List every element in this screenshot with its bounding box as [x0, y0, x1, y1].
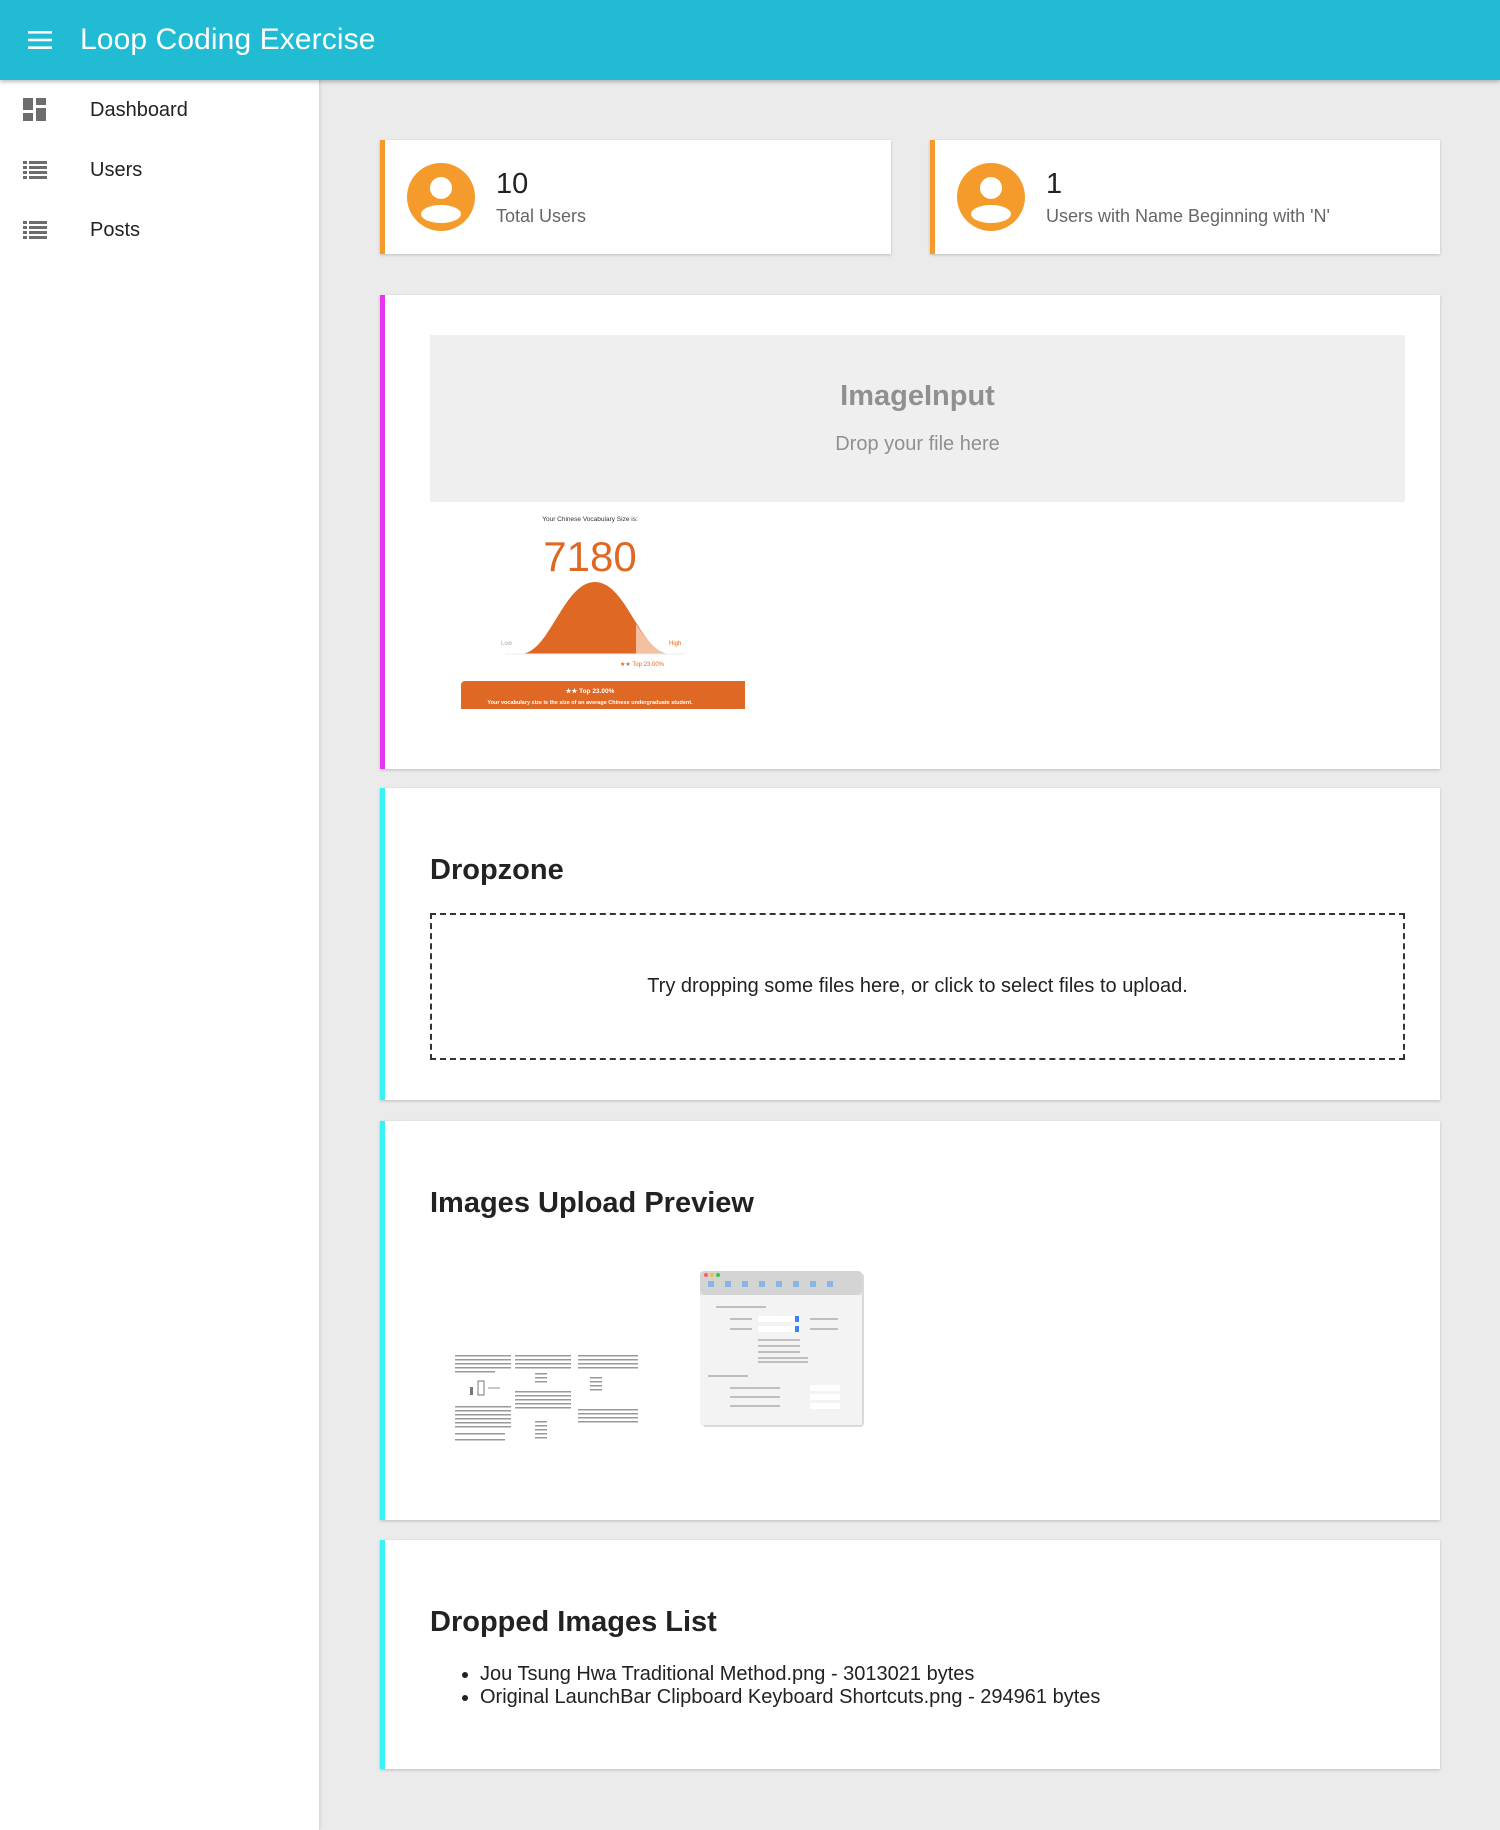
- list-item: Original LaunchBar Clipboard Keyboard Sh…: [480, 1686, 1100, 1709]
- preview-marker-label: ★★ Top 23.00%: [620, 661, 665, 668]
- stat-value: 1: [1046, 168, 1063, 200]
- preview-banner-title: ★★ Top 23.00%: [566, 687, 615, 695]
- sidebar-item-dashboard[interactable]: Dashboard: [0, 80, 319, 140]
- preview-low-label: Low: [501, 641, 513, 647]
- upload-preview-card: Images Upload Preview: [380, 1121, 1440, 1520]
- image-input-card: ImageInput Drop your file here Your Chin…: [380, 295, 1440, 769]
- image-input-dropzone[interactable]: ImageInput Drop your file here: [430, 335, 1405, 502]
- image-input-subtitle: Drop your file here: [835, 433, 1000, 455]
- dropped-images-title: Dropped Images List: [430, 1606, 717, 1638]
- sidebar: Dashboard Users Posts: [0, 80, 320, 1830]
- menu-icon[interactable]: [0, 0, 80, 80]
- sidebar-item-posts[interactable]: Posts: [0, 200, 319, 260]
- sidebar-item-label: Posts: [90, 218, 141, 241]
- upload-preview-title: Images Upload Preview: [430, 1187, 754, 1219]
- dropped-images-list: Jou Tsung Hwa Traditional Method.png - 3…: [480, 1663, 1100, 1709]
- stat-card-total-users: 10 Total Users: [380, 140, 891, 254]
- preview-value: 7180: [543, 533, 636, 580]
- list-icon: [0, 220, 90, 240]
- stat-label: Total Users: [496, 206, 587, 226]
- dropped-images-card: Dropped Images List Jou Tsung Hwa Tradit…: [380, 1540, 1440, 1769]
- preview-banner-text: Your vocabulary size is the size of an a…: [487, 700, 693, 706]
- stat-value: 10: [496, 168, 529, 200]
- list-icon: [0, 160, 90, 180]
- stat-card-users-n: 1 Users with Name Beginning with 'N': [930, 140, 1440, 254]
- preview-heading: Your Chinese Vocabulary Size is:: [542, 516, 638, 523]
- app-bar: Loop Coding Exercise: [0, 0, 1500, 80]
- dropzone-prompt: Try dropping some files here, or click t…: [647, 975, 1188, 997]
- account-circle-icon: [957, 163, 1025, 231]
- dashboard-icon: [0, 98, 90, 122]
- preview-high-label: High: [669, 641, 681, 647]
- image-thumbnail: [700, 1271, 868, 1431]
- dropzone-title: Dropzone: [430, 854, 564, 886]
- account-circle-icon: [407, 163, 475, 231]
- sidebar-item-label: Dashboard: [90, 98, 188, 121]
- sidebar-item-users[interactable]: Users: [0, 140, 319, 200]
- list-item: Jou Tsung Hwa Traditional Method.png - 3…: [480, 1663, 1100, 1686]
- sidebar-item-label: Users: [90, 158, 143, 181]
- app-title: Loop Coding Exercise: [80, 23, 376, 56]
- dropzone-card: Dropzone Try dropping some files here, o…: [380, 788, 1440, 1100]
- image-thumbnail: [450, 1351, 645, 1456]
- image-input-title: ImageInput: [840, 380, 995, 412]
- image-preview: Your Chinese Vocabulary Size is: 7180 Lo…: [445, 514, 751, 714]
- stat-label: Users with Name Beginning with 'N': [1046, 206, 1330, 226]
- dropzone-area[interactable]: Try dropping some files here, or click t…: [430, 913, 1405, 1060]
